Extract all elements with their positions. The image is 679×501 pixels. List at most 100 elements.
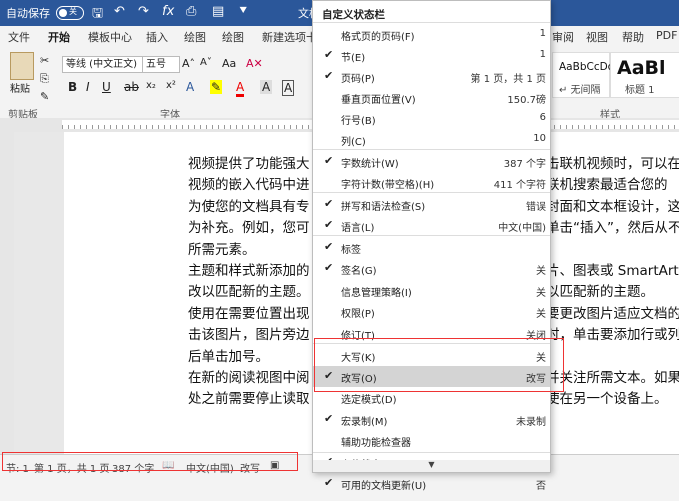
check-icon: ✔ (324, 48, 334, 61)
highlight-menu-box (314, 338, 564, 392)
menu-item-label: 权限(P) (341, 309, 375, 320)
formula-icon[interactable]: fx (162, 4, 174, 19)
font-name-select[interactable]: 等线 (中文正文) (62, 56, 144, 73)
tab-draw[interactable]: 绘图 (184, 29, 206, 45)
tab-template[interactable]: 模板中心 (88, 29, 132, 45)
vertical-ruler (0, 132, 14, 454)
menu-item-label: 选定模式(D) (341, 395, 397, 406)
scroll-down-icon[interactable]: ▼ (313, 460, 550, 472)
toggle-knob (59, 9, 67, 17)
autosave-label: 自动保存 (6, 7, 50, 20)
superscript-icon[interactable]: x² (166, 80, 176, 91)
menu-item-value: 关 (536, 266, 546, 277)
tab-view[interactable]: 视图 (586, 29, 608, 45)
menu-item[interactable]: ✔ 页码(P) 第 1 页，共 1 页 (313, 66, 550, 87)
menu-item[interactable]: ✔ 拼写和语法检查(S) 错误 (313, 194, 550, 215)
cut-icon[interactable]: ✂ (40, 54, 49, 67)
menu-item[interactable]: ✔ 语言(L) 中文(中国) (313, 215, 550, 236)
text-line: 并关注所需文本。如果 (546, 370, 679, 387)
grow-font-icon[interactable]: A˄ (182, 57, 195, 70)
menu-item[interactable]: 行号(B) 6 (313, 108, 550, 129)
undo-icon[interactable]: ↶ (114, 4, 125, 19)
menu-item[interactable]: 格式页的页码(F) 1 (313, 24, 550, 45)
menu-item-label: 签名(G) (341, 266, 377, 277)
char-border-icon[interactable]: A (282, 80, 295, 96)
menu-item[interactable]: 信息管理策略(I) 关 (313, 280, 550, 301)
more-icon[interactable]: ⯆ (238, 4, 248, 19)
shrink-font-icon[interactable]: A˅ (200, 57, 212, 68)
menu-item[interactable]: ✔ 可用的文档更新(U) 否 (313, 473, 550, 494)
text-effect-icon[interactable]: A (186, 80, 194, 94)
menu-item[interactable]: 权限(P) 关 (313, 301, 550, 322)
menu-item-value: 10 (533, 133, 546, 144)
highlight-icon[interactable]: ✎ (210, 80, 223, 94)
menu-item-label: 字数统计(W) (341, 159, 399, 170)
menu-item[interactable]: 垂直页面位置(V) 150.7磅 (313, 87, 550, 108)
document-text-right[interactable]: 击联机视频时，可以在 联机搜索最适合您的 封面和文本框设计，这 单击“插入”，然… (546, 154, 679, 411)
text-line (546, 347, 679, 368)
check-icon: ✔ (324, 476, 334, 489)
menu-item-value: 150.7磅 (507, 95, 546, 106)
menu-item-label: 行号(B) (341, 116, 376, 127)
menu-item-label: 可用的文档更新(U) (341, 481, 427, 492)
view-icon[interactable]: ▤ (212, 4, 224, 19)
menu-item-label: 列(C) (341, 137, 366, 148)
check-icon: ✔ (324, 218, 334, 231)
menu-item[interactable]: ✔ 签名(G) 关 (313, 258, 550, 279)
paste-label[interactable]: 粘贴 (10, 80, 30, 95)
subscript-icon[interactable]: x₂ (146, 80, 156, 91)
menu-item-label: 页码(P) (341, 74, 375, 85)
menu-item-label: 标签 (341, 245, 361, 256)
check-icon: ✔ (324, 261, 334, 274)
format-painter-icon[interactable]: ✎ (40, 90, 49, 103)
font-size-select[interactable]: 五号 (142, 56, 180, 73)
style-heading-1[interactable]: AaBl 标题 1 (610, 52, 679, 98)
change-case-icon[interactable]: Aa (222, 57, 236, 70)
check-icon: ✔ (324, 197, 334, 210)
menu-item[interactable]: 列(C) 10 (313, 129, 550, 150)
menu-item[interactable]: 字符计数(带空格)(H) 411 个字符 (313, 172, 550, 193)
copy-icon[interactable]: ⎘ (40, 72, 49, 86)
highlight-status-box (2, 452, 298, 471)
menu-item-label: 格式页的页码(F) (341, 32, 415, 43)
menu-item-label: 拼写和语法检查(S) (341, 202, 426, 213)
underline-icon[interactable]: U (102, 80, 111, 94)
tab-help[interactable]: 帮助 (622, 29, 644, 45)
tab-review[interactable]: 审阅 (552, 29, 574, 45)
print-icon[interactable]: ⎙ (186, 4, 196, 19)
menu-item[interactable]: ✔ 标签 (313, 237, 550, 258)
menu-item-label: 信息管理策略(I) (341, 288, 412, 299)
menu-item-value: 未录制 (516, 417, 546, 428)
tab-insert[interactable]: 插入 (146, 29, 168, 45)
style-preview-heading-1: AaBl (617, 57, 666, 79)
text-line: 以匹配新的主题。 (546, 284, 654, 301)
menu-item[interactable]: ✔ 节(E) 1 (313, 45, 550, 66)
menu-item-value: 1 (539, 28, 546, 39)
strikethrough-icon[interactable]: ab (124, 80, 139, 94)
check-icon: ✔ (324, 240, 334, 253)
menu-item[interactable]: ✔ 字数统计(W) 387 个字 (313, 151, 550, 172)
autosave-toggle[interactable]: 关 (56, 6, 84, 20)
tab-pdf[interactable]: PDF (656, 29, 677, 42)
char-shading-icon[interactable]: A (260, 80, 273, 94)
tab-draw-2[interactable]: 绘图 (222, 29, 244, 45)
check-icon: ✔ (324, 154, 334, 167)
redo-icon[interactable]: ↷ (138, 4, 149, 19)
menu-item-label: 宏录制(M) (341, 417, 388, 428)
menu-item[interactable]: 辅助功能检查器 (313, 430, 550, 451)
clear-format-icon[interactable]: A✕ (246, 57, 263, 70)
autosave-state: 关 (69, 7, 77, 16)
paste-icon[interactable] (10, 52, 34, 80)
menu-item[interactable]: ✔ 宏录制(M) 未录制 (313, 409, 550, 430)
menu-item-value: 否 (536, 481, 546, 492)
tab-file[interactable]: 文件 (8, 29, 30, 45)
save-icon[interactable]: 🖫 (92, 4, 103, 26)
bold-icon[interactable]: B (68, 80, 77, 94)
style-no-spacing[interactable]: AaBbCcDc ↵ 无间隔 (552, 52, 613, 98)
tab-new[interactable]: 新建选项卡 (262, 29, 317, 45)
menu-separator (313, 22, 550, 23)
check-icon: ✔ (324, 69, 334, 82)
menu-separator (313, 149, 550, 150)
font-color-icon[interactable]: A (236, 80, 245, 97)
italic-icon[interactable]: I (86, 80, 90, 94)
